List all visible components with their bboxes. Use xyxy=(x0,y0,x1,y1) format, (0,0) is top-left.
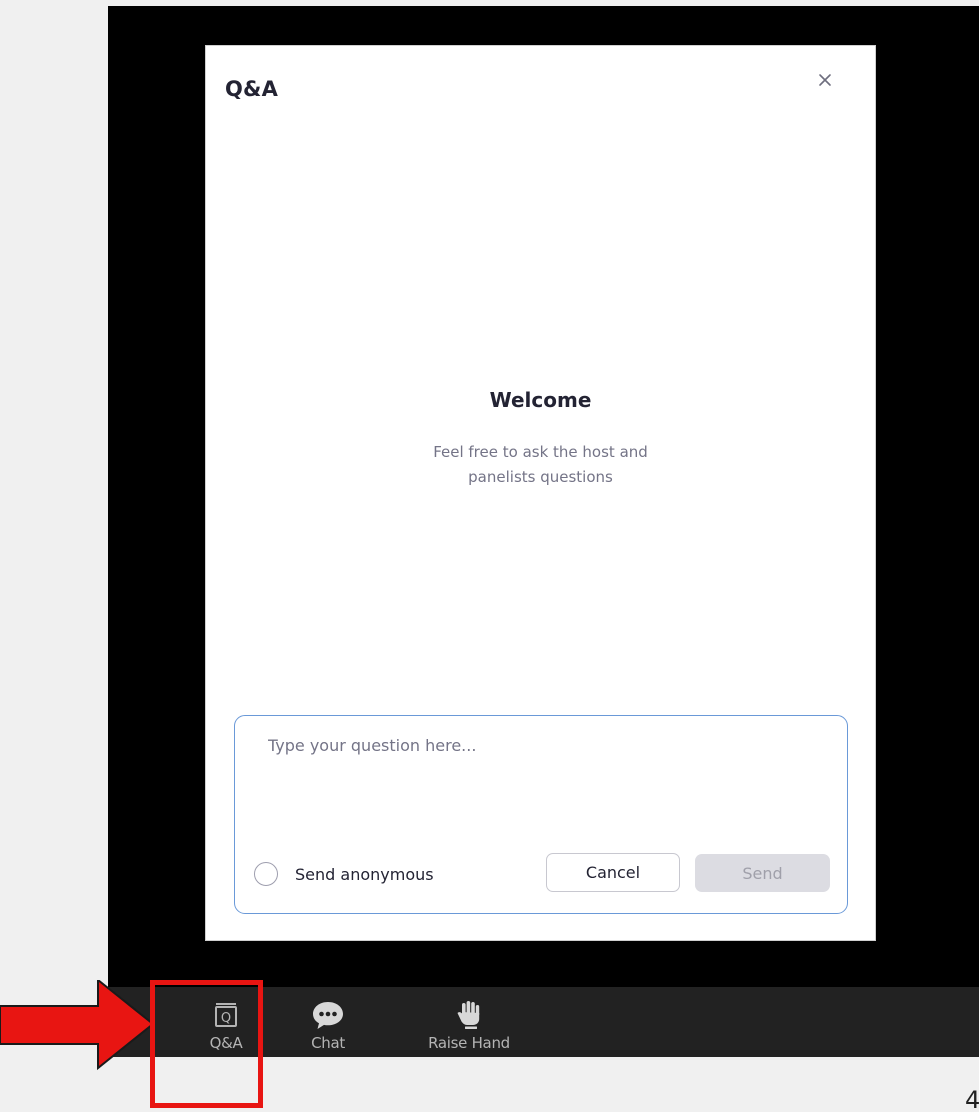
toolbar-chat-button[interactable]: Chat xyxy=(289,987,367,1057)
send-anonymous-label: Send anonymous xyxy=(295,864,434,884)
close-button[interactable] xyxy=(811,66,839,94)
send-anonymous-toggle[interactable]: Send anonymous xyxy=(254,862,434,886)
question-composer: Send anonymous Cancel Send xyxy=(234,715,848,914)
page-number: 4 xyxy=(965,1088,979,1112)
send-anonymous-checkbox[interactable] xyxy=(254,862,278,886)
toolbar-qa-button[interactable]: Q Q&A xyxy=(185,987,267,1057)
dialog-title: Q&A xyxy=(225,77,279,101)
welcome-subtitle: Feel free to ask the host and panelists … xyxy=(206,440,875,490)
welcome-subtitle-line2: panelists questions xyxy=(468,468,613,486)
question-input[interactable] xyxy=(268,736,813,816)
toolbar-chat-label: Chat xyxy=(311,1034,345,1052)
meeting-toolbar: Q Q&A Chat Raise Hand xyxy=(108,987,979,1057)
welcome-subtitle-line1: Feel free to ask the host and xyxy=(433,443,648,461)
welcome-title: Welcome xyxy=(489,388,592,412)
qa-icon: Q xyxy=(212,999,240,1031)
chat-icon xyxy=(310,999,346,1031)
send-button[interactable]: Send xyxy=(695,854,830,892)
toolbar-raise-hand-button[interactable]: Raise Hand xyxy=(407,987,531,1057)
raise-hand-icon xyxy=(454,999,484,1031)
close-icon xyxy=(819,74,831,86)
toolbar-qa-label: Q&A xyxy=(209,1034,243,1052)
qa-dialog: Q&A Welcome Feel free to ask the host an… xyxy=(205,45,876,941)
toolbar-raise-hand-label: Raise Hand xyxy=(428,1034,510,1052)
welcome-block: Welcome Feel free to ask the host and pa… xyxy=(206,388,875,490)
cancel-button[interactable]: Cancel xyxy=(546,853,680,892)
svg-text:Q: Q xyxy=(221,1011,231,1026)
